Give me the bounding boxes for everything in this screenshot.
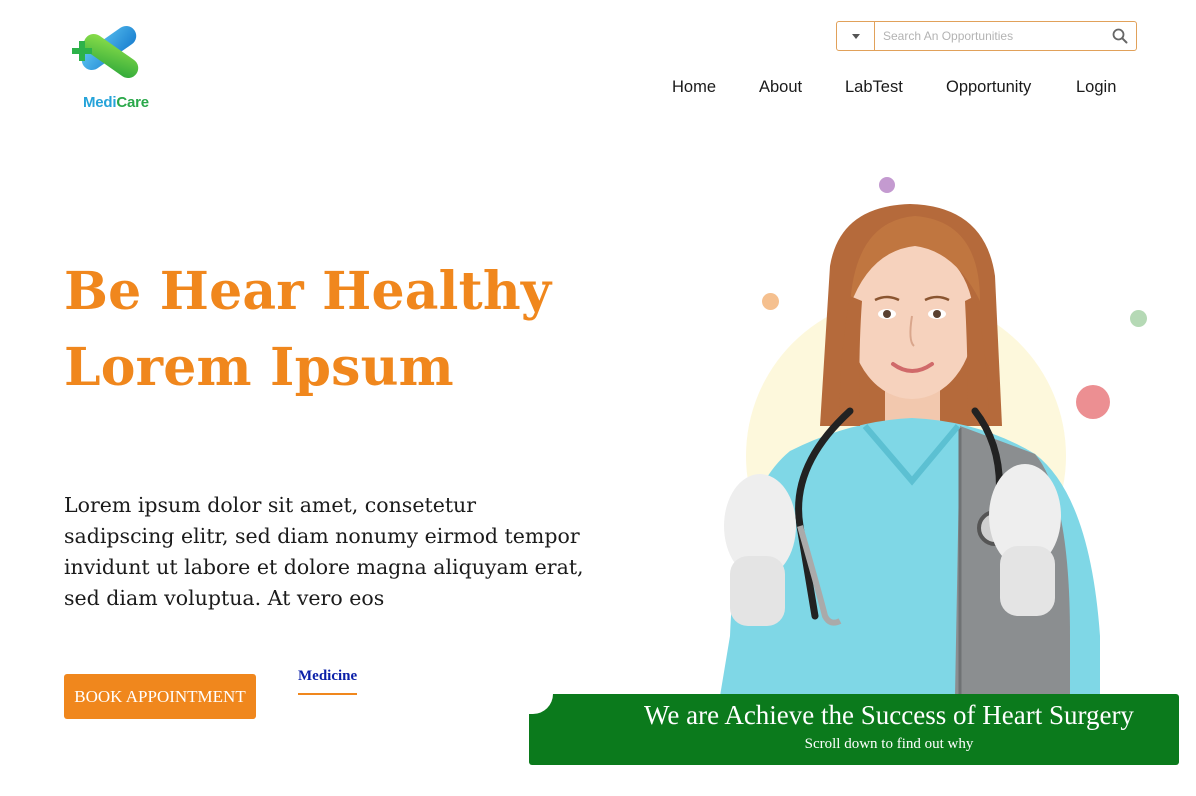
banner-corner-notch: [529, 694, 553, 714]
hero-title: Be Hear Healthy Lorem Ipsum: [64, 254, 551, 406]
banner-subtext[interactable]: Scroll down to find out why: [599, 734, 1179, 754]
hero-title-line2: Lorem Ipsum: [64, 337, 454, 398]
logo-text-care: Care: [116, 94, 149, 111]
hero-description: Lorem ipsum dolor sit amet, consetetur s…: [64, 493, 584, 610]
search-icon: [1112, 28, 1128, 44]
logo-mark-icon: [72, 25, 139, 79]
medicare-logo[interactable]: MediCare: [66, 14, 162, 114]
doctor-image: [720, 204, 1100, 696]
nav-login[interactable]: Login: [1076, 78, 1116, 97]
hero-title-line1: Be Hear Healthy: [64, 261, 552, 322]
nav-opportunity[interactable]: Opportunity: [946, 78, 1031, 97]
search-bar: [836, 21, 1137, 51]
logo-text-medi: Medi: [83, 94, 117, 111]
search-button[interactable]: [1104, 22, 1136, 50]
decor-dot-green: [1130, 310, 1147, 327]
book-appointment-button[interactable]: BOOK APPOINTMENT: [64, 674, 256, 719]
search-category-dropdown[interactable]: [837, 22, 875, 50]
search-input[interactable]: [875, 22, 1104, 50]
nav-labtest[interactable]: LabTest: [845, 78, 903, 97]
decor-dot-purple: [879, 177, 895, 193]
nav-about[interactable]: About: [759, 78, 802, 97]
logo-text: MediCare: [83, 94, 149, 111]
nav-home[interactable]: Home: [672, 78, 716, 97]
caret-down-icon: [851, 33, 860, 39]
medicine-link[interactable]: Medicine: [298, 668, 358, 695]
heart-surgery-banner: We are Achieve the Success of Heart Surg…: [529, 694, 1179, 765]
banner-headline: We are Achieve the Success of Heart Surg…: [644, 700, 1134, 730]
